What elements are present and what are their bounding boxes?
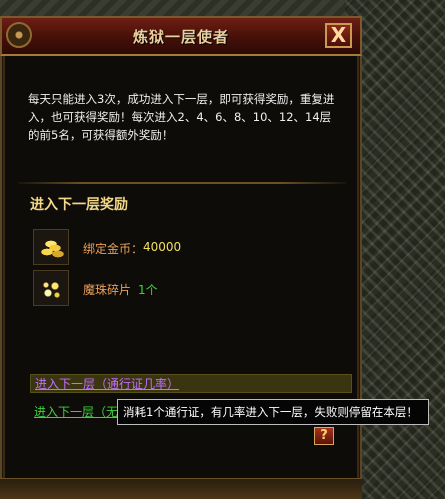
rewards-section-title: 进入下一层奖励: [30, 197, 128, 213]
divider: [18, 182, 346, 184]
dialog-description: 每天只能进入3次，成功进入下一层，即可获得奖励，重复进入，也可获得奖励！每次进入…: [28, 92, 335, 142]
magic-orb-shard-icon[interactable]: [33, 270, 69, 306]
enter-next-floor-pass-link[interactable]: 进入下一层（通行证几率）: [30, 374, 352, 393]
close-button[interactable]: X: [325, 23, 352, 48]
dialog-title: 炼狱一层使者: [132, 28, 229, 46]
reward-value: 40000: [143, 240, 182, 254]
reward-item-shard: 魔珠碎片 1个: [33, 270, 333, 306]
gold-coins-icon[interactable]: [33, 229, 69, 265]
reward-value: 1个: [138, 283, 158, 297]
dialog-bottom-border: [0, 478, 362, 499]
reward-label: 魔珠碎片: [83, 283, 132, 297]
reward-item-gold: 绑定金币： 40000: [33, 229, 333, 265]
help-button[interactable]: ?: [314, 427, 334, 445]
tooltip: 消耗1个通行证，有几率进入下一层，失败则停留在本层！: [117, 399, 429, 425]
reward-label: 绑定金币：: [83, 242, 144, 256]
